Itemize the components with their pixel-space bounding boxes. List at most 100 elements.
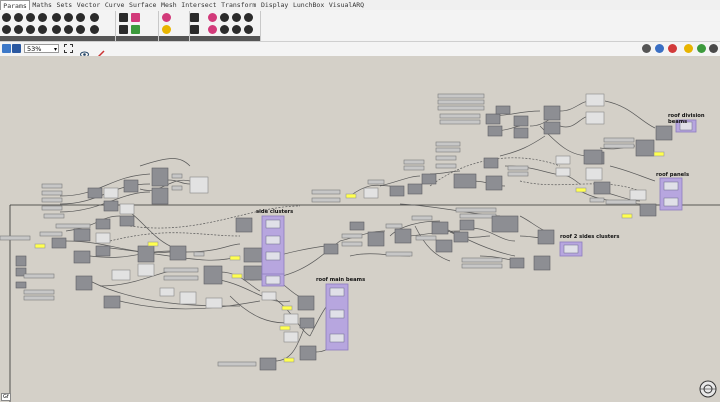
menu-tab-visualarq[interactable]: VisualARQ	[327, 0, 367, 10]
display-mode-icon[interactable]	[709, 44, 718, 53]
number-slider[interactable]	[229, 255, 241, 261]
panel-icon[interactable]	[119, 13, 128, 22]
component-node[interactable]	[349, 221, 365, 231]
output-panel[interactable]	[265, 219, 281, 229]
number-param-node[interactable]	[43, 213, 65, 219]
component-node[interactable]	[111, 269, 131, 281]
component-node[interactable]	[453, 231, 469, 243]
number-slider[interactable]	[653, 151, 665, 157]
preview-off-icon[interactable]	[668, 44, 677, 53]
number-param-node[interactable]	[507, 171, 529, 177]
relay-icon[interactable]	[190, 25, 199, 34]
component-node[interactable]	[555, 155, 571, 165]
open-file-icon[interactable]	[2, 44, 11, 53]
number-param-node[interactable]	[171, 185, 183, 191]
component-node[interactable]	[205, 297, 223, 309]
component-node[interactable]	[453, 173, 477, 189]
component-node[interactable]	[635, 139, 655, 157]
component-node[interactable]	[169, 245, 187, 261]
zoom-dropdown[interactable]: 53% ▾	[24, 44, 59, 53]
number-param-node[interactable]	[367, 179, 385, 185]
component-node[interactable]	[151, 187, 169, 205]
surface-param-icon[interactable]	[2, 25, 11, 34]
component-node[interactable]	[639, 203, 657, 217]
line-param-icon[interactable]	[64, 13, 73, 22]
fuse-icon[interactable]	[244, 25, 253, 34]
component-node[interactable]	[283, 331, 299, 343]
menu-tab-surface[interactable]: Surface	[127, 0, 159, 10]
component-node[interactable]	[299, 345, 317, 361]
component-node[interactable]	[491, 215, 519, 233]
menu-tab-lunchbox[interactable]: LunchBox	[291, 0, 327, 10]
component-node[interactable]	[495, 105, 511, 115]
component-node[interactable]	[51, 237, 67, 249]
number-param-node[interactable]	[439, 113, 481, 119]
number-param-node[interactable]	[437, 99, 485, 105]
number-param-node[interactable]	[341, 233, 363, 239]
solve-icon[interactable]	[684, 44, 693, 53]
number-param-node[interactable]	[385, 251, 413, 257]
mesh-param-icon[interactable]	[90, 13, 99, 22]
output-panel[interactable]	[663, 181, 679, 191]
number-param-node[interactable]	[23, 295, 55, 301]
component-node[interactable]	[585, 167, 603, 181]
number-param-node[interactable]	[385, 223, 403, 229]
component-node[interactable]	[655, 125, 673, 141]
component-node[interactable]	[533, 255, 551, 271]
component-node[interactable]	[179, 291, 197, 305]
component-node[interactable]	[485, 175, 503, 191]
component-node[interactable]	[283, 313, 299, 325]
component-node[interactable]	[73, 250, 91, 264]
component-node[interactable]	[585, 93, 605, 107]
menu-tab-sets[interactable]: Sets	[54, 0, 74, 10]
preview-icon[interactable]	[208, 13, 217, 22]
zoom-extents-icon[interactable]	[64, 44, 73, 53]
jump-icon[interactable]	[244, 13, 253, 22]
number-param-node[interactable]	[603, 137, 635, 143]
component-node[interactable]	[543, 121, 561, 135]
scribble-icon[interactable]	[162, 25, 171, 34]
arc-param-icon[interactable]	[38, 13, 47, 22]
number-slider[interactable]	[283, 357, 295, 363]
save-file-icon[interactable]	[12, 44, 21, 53]
component-node[interactable]	[119, 215, 135, 227]
number-slider[interactable]	[34, 243, 46, 249]
output-panel[interactable]	[329, 309, 345, 319]
number-param-node[interactable]	[459, 213, 497, 219]
number-param-node[interactable]	[41, 197, 63, 203]
box-param-icon[interactable]	[26, 25, 35, 34]
point-param-icon[interactable]	[2, 13, 11, 22]
text-param-node[interactable]	[0, 235, 31, 241]
component-node[interactable]	[103, 295, 121, 309]
number-param-node[interactable]	[341, 241, 363, 247]
menu-tab-intersect[interactable]: Intersect	[179, 0, 219, 10]
component-node[interactable]	[629, 189, 647, 201]
menu-tab-maths[interactable]: Maths	[30, 0, 54, 10]
component-node[interactable]	[87, 187, 103, 199]
component-node[interactable]	[261, 291, 277, 301]
number-slider[interactable]	[281, 305, 293, 311]
output-panel[interactable]	[329, 287, 345, 297]
number-param-node[interactable]	[415, 235, 437, 241]
number-slider[interactable]	[621, 213, 633, 219]
component-node[interactable]	[389, 185, 405, 197]
output-panel[interactable]	[563, 244, 579, 254]
text-param-icon[interactable]	[76, 25, 85, 34]
rectangle-param-icon[interactable]	[38, 25, 47, 34]
number-param-node[interactable]	[589, 197, 605, 203]
component-node[interactable]	[189, 176, 209, 194]
number-param-node[interactable]	[163, 267, 199, 273]
toggle-icon[interactable]	[131, 25, 140, 34]
component-node[interactable]	[299, 317, 315, 329]
component-node[interactable]	[407, 183, 423, 195]
recompute-icon[interactable]	[697, 44, 706, 53]
component-node[interactable]	[487, 125, 503, 137]
component-node[interactable]	[103, 187, 119, 199]
number-param-node[interactable]	[603, 143, 635, 149]
data-dam-icon[interactable]	[190, 13, 199, 22]
component-node[interactable]	[75, 275, 93, 291]
component-node[interactable]	[421, 173, 437, 185]
component-node[interactable]	[323, 243, 339, 255]
number-param-node[interactable]	[439, 119, 481, 125]
component-node[interactable]	[431, 221, 449, 235]
